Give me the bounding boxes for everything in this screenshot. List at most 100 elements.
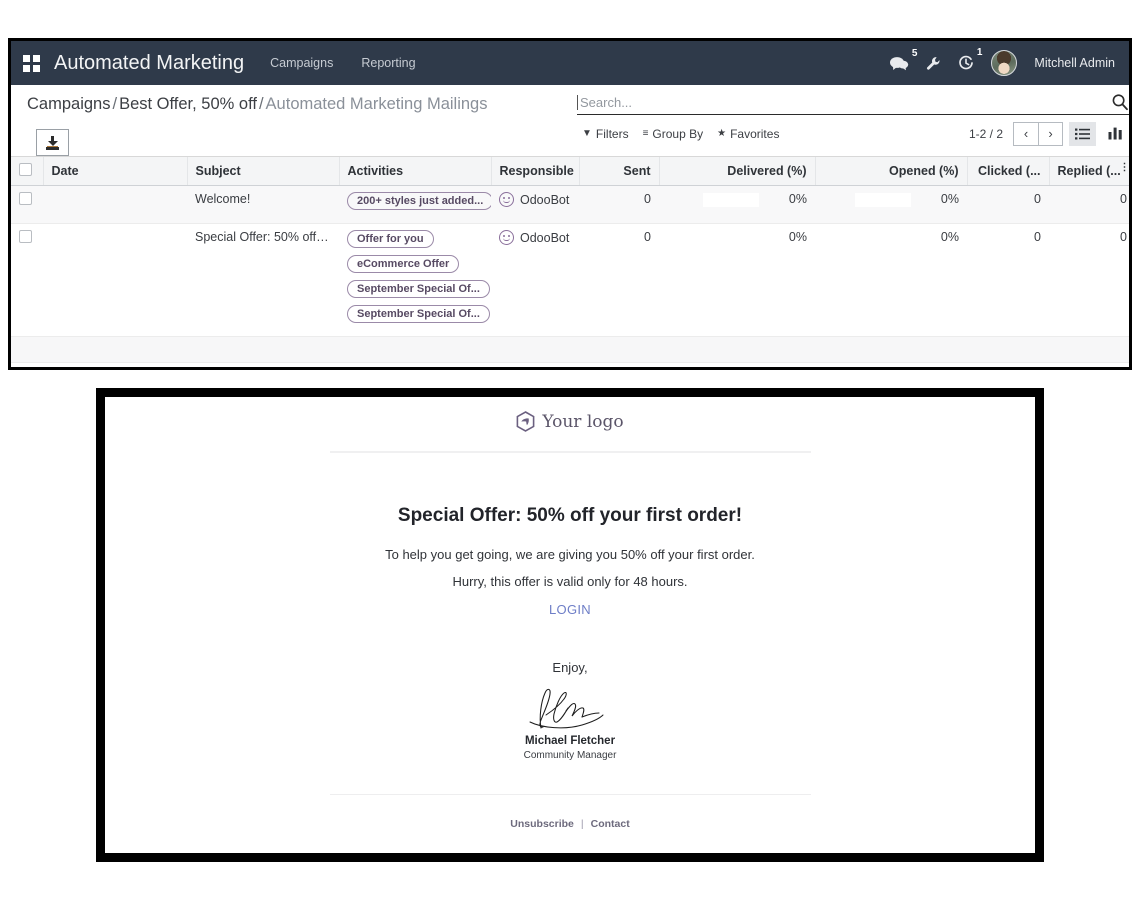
download-icon <box>46 136 59 150</box>
email-closing: Enjoy, <box>552 660 587 675</box>
list-view-icon <box>1075 128 1090 140</box>
cell-subject[interactable]: Welcome! <box>187 186 339 224</box>
top-navbar: Automated Marketing Campaigns Reporting … <box>11 41 1129 85</box>
select-all-header[interactable] <box>11 157 43 186</box>
cell-replied: 0 <box>1049 186 1132 224</box>
filters-button[interactable]: ▼ Filters <box>577 124 638 144</box>
email-paragraph-2: Hurry, this offer is valid only for 48 h… <box>452 574 687 589</box>
opened-value: 0% <box>941 192 959 206</box>
navbar-right-group: 5 1 Mitchell Admin <box>890 50 1115 76</box>
messages-icon[interactable]: 5 <box>890 56 909 71</box>
pager-next-button[interactable]: › <box>1038 122 1063 146</box>
table-row[interactable]: Welcome! 200+ styles just added... OdooB… <box>11 186 1132 224</box>
column-header-subject[interactable]: Subject <box>187 157 339 186</box>
email-footer: Unsubscribe | Contact <box>510 818 629 830</box>
group-by-icon: ≡ <box>643 128 649 139</box>
email-body: Your logo Special Offer: 50% off your fi… <box>105 397 1035 853</box>
footer-separator: | <box>581 818 584 830</box>
activity-tag[interactable]: September Special Of... <box>347 305 490 323</box>
table-blank-row <box>11 363 1132 371</box>
column-header-replied-label: Replied (... <box>1058 164 1121 178</box>
filter-caret-icon: ▼ <box>582 128 592 139</box>
breadcrumb-item-best-offer[interactable]: Best Offer, 50% off <box>119 95 257 113</box>
contact-link[interactable]: Contact <box>591 818 630 830</box>
column-header-sent[interactable]: Sent <box>579 157 659 186</box>
column-header-responsible[interactable]: Responsible <box>491 157 579 186</box>
cell-opened: 0% <box>815 224 967 337</box>
column-options-icon[interactable]: ⋮ <box>1120 163 1130 173</box>
group-by-button[interactable]: ≡ Group By <box>638 124 713 144</box>
user-menu-name[interactable]: Mitchell Admin <box>1034 56 1115 70</box>
odoo-backend-window: Automated Marketing Campaigns Reporting … <box>8 38 1132 370</box>
pager: 1-2 / 2 ‹ › <box>969 122 1129 146</box>
favorites-button[interactable]: ★ Favorites <box>712 124 788 144</box>
cell-delivered: 0% <box>659 224 815 337</box>
row-select-cell[interactable] <box>11 186 43 224</box>
star-icon: ★ <box>717 128 726 139</box>
opened-progress-bar <box>855 193 911 207</box>
graph-view-icon <box>1108 127 1123 140</box>
activity-tag[interactable]: Offer for you <box>347 230 434 248</box>
activity-tag[interactable]: eCommerce Offer <box>347 255 459 273</box>
table-header-row: Date Subject Activities Responsible Sent… <box>11 157 1132 186</box>
table-row[interactable]: Special Offer: 50% off y... Offer for yo… <box>11 224 1132 337</box>
breadcrumb-separator: / <box>112 95 117 113</box>
breadcrumb-separator: / <box>259 95 264 113</box>
cell-responsible: OdooBot <box>491 224 579 337</box>
unsubscribe-link[interactable]: Unsubscribe <box>510 818 574 830</box>
select-all-checkbox[interactable] <box>19 163 32 176</box>
search-area <box>577 93 1129 115</box>
table-footer-row <box>11 337 1132 363</box>
cell-sent: 0 <box>579 224 659 337</box>
responsible-name: OdooBot <box>520 193 569 207</box>
responsible-name: OdooBot <box>520 231 569 245</box>
breadcrumb-item-campaigns[interactable]: Campaigns <box>27 95 110 113</box>
filter-toolbar: ▼ Filters ≡ Group By ★ Favorites 1-2 / 2… <box>577 121 1129 146</box>
favorites-label: Favorites <box>730 127 779 141</box>
activity-tag[interactable]: 200+ styles just added... <box>347 192 491 210</box>
cell-delivered: 0% <box>659 186 815 224</box>
signer-role: Community Manager <box>524 750 617 761</box>
email-login-link[interactable]: LOGIN <box>549 602 591 617</box>
handwritten-signature <box>520 681 620 733</box>
list-view-button[interactable] <box>1069 122 1096 146</box>
wrench-icon[interactable] <box>926 56 941 71</box>
email-paragraph-1: To help you get going, we are giving you… <box>385 547 755 562</box>
nav-item-campaigns[interactable]: Campaigns <box>270 56 333 70</box>
email-divider-bottom <box>330 794 811 795</box>
cell-date <box>43 186 187 224</box>
pager-count: 1-2 / 2 <box>969 127 1003 141</box>
search-input[interactable] <box>577 95 1111 110</box>
row-checkbox[interactable] <box>19 230 32 243</box>
column-header-opened[interactable]: Opened (%) <box>815 157 967 186</box>
delivered-progress-bar <box>703 193 759 207</box>
column-header-activities[interactable]: Activities <box>339 157 491 186</box>
column-header-clicked[interactable]: Clicked (... <box>967 157 1049 186</box>
nav-item-reporting[interactable]: Reporting <box>361 56 415 70</box>
row-select-cell[interactable] <box>11 224 43 337</box>
cell-clicked: 0 <box>967 224 1049 337</box>
cell-activities: Offer for you eCommerce Offer September … <box>339 224 491 337</box>
download-button[interactable] <box>36 129 69 156</box>
column-header-replied[interactable]: Replied (... ⋮ <box>1049 157 1132 186</box>
cell-subject[interactable]: Special Offer: 50% off y... <box>187 224 339 337</box>
column-header-date[interactable]: Date <box>43 157 187 186</box>
search-icon[interactable] <box>1111 93 1129 111</box>
app-brand-title[interactable]: Automated Marketing <box>54 52 244 75</box>
apps-grid-icon[interactable] <box>23 55 40 72</box>
graph-view-button[interactable] <box>1102 122 1129 146</box>
avatar[interactable] <box>991 50 1017 76</box>
smiley-avatar-icon <box>499 230 514 245</box>
breadcrumb-item-current: Automated Marketing Mailings <box>266 95 488 113</box>
row-checkbox[interactable] <box>19 192 32 205</box>
activity-badge: 1 <box>977 48 983 58</box>
email-title: Special Offer: 50% off your first order! <box>398 505 742 527</box>
cell-date <box>43 224 187 337</box>
email-divider-top <box>330 451 811 453</box>
cell-replied: 0 <box>1049 224 1132 337</box>
activity-tag[interactable]: September Special Of... <box>347 280 490 298</box>
activity-clock-icon[interactable]: 1 <box>958 55 974 71</box>
column-header-delivered[interactable]: Delivered (%) <box>659 157 815 186</box>
cell-opened: 0% <box>815 186 967 224</box>
pager-previous-button[interactable]: ‹ <box>1013 122 1038 146</box>
